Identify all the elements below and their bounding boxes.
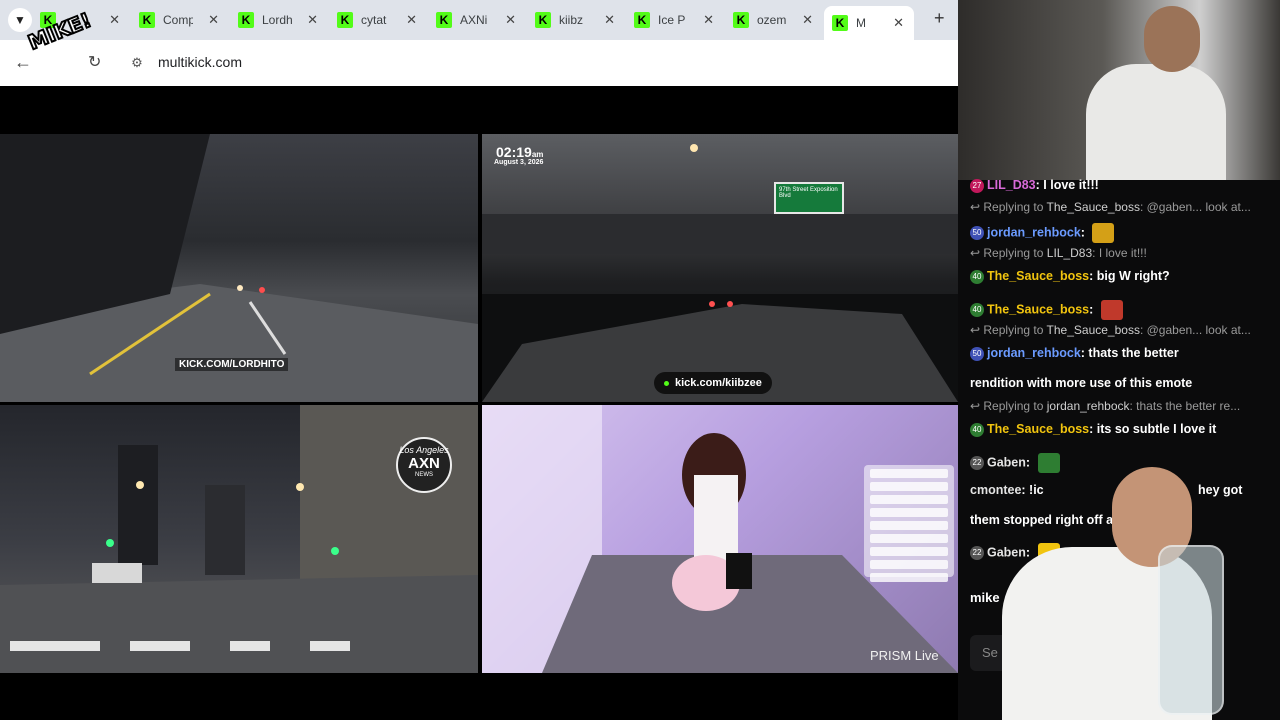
close-tab-icon[interactable]: ✕ [307,12,318,28]
tab-3[interactable]: Kcytat ✕ [337,6,421,34]
tab-strip: ▼ K ✕ K Comp ✕ K Lordh ✕ Kcytat ✕ K AXNi ✕ Kkiibz ✕ K Ic… [0,0,958,40]
chat-message: 40 The_Sauce_boss: its so subtle I love i… [970,422,1216,437]
stream-prism[interactable]: PRISM Live [482,405,958,673]
site-info-icon[interactable]: ⚙ [126,52,148,74]
prism-live-watermark: PRISM Live [870,648,939,663]
stream-date: August 3, 2026 [494,159,544,166]
tab-4[interactable]: K AXNi ✕ [436,6,520,34]
stream-clock: 02:19am [496,144,544,160]
stream-axn-news[interactable]: Los Angeles AXN NEWS [0,405,478,673]
freeway-sign: 97th Street Exposition Blvd [774,182,844,214]
close-tab-icon[interactable]: ✕ [893,15,904,31]
chat-message: 27 LIL_D83: I love it!!! [970,178,1099,193]
tab-label: Lordh [262,13,292,27]
tab-label: Ice P [658,13,686,27]
tab-label: cytat [361,13,387,27]
reply-arrow-icon: ↩ Replying to [970,323,1047,337]
tab-label: AXNi [460,13,488,27]
reply-arrow-icon: ↩ Replying to [970,399,1047,413]
webcam-bottom [962,455,1280,720]
chat-username[interactable]: jordan_rehbock [987,346,1081,360]
subscriber-badge-icon: 50 [970,226,984,240]
chat-message: 40 The_Sauce_boss: big W right? [970,269,1170,284]
back-button[interactable]: ← [14,52,32,73]
subscriber-badge-icon: 40 [970,269,984,284]
subscriber-badge-icon: 40 [970,422,984,437]
kick-favicon-icon: K [238,12,254,28]
chat-message: 40 The_Sauce_boss: [970,300,1123,320]
reply-context: ↩ Replying to LIL_D83: I love it!!! [970,246,1147,260]
kick-favicon-icon: K [634,12,650,28]
chat-text: big W right? [1096,269,1170,283]
close-tab-icon[interactable]: ✕ [802,12,813,28]
close-tab-icon[interactable]: ✕ [505,12,516,28]
stream-kiibzee[interactable]: 97th Street Exposition Blvd 02:19am Augu… [482,134,958,402]
axn-news-logo: Los Angeles AXN NEWS [396,437,452,493]
tab-6[interactable]: K Ice P ✕ [634,6,718,34]
close-tab-icon[interactable]: ✕ [703,12,714,28]
close-tab-icon[interactable]: ✕ [208,12,219,28]
new-tab-button[interactable]: + [934,8,945,29]
chat-overlay-panel [864,465,954,582]
browser-window: ▼ K ✕ K Comp ✕ K Lordh ✕ Kcytat ✕ K AXNi ✕ Kkiibz ✕ K Ic… [0,0,958,720]
webcam-top [958,0,1280,180]
stream-lordhito[interactable]: KICK.COM/LORDHITO [0,134,478,402]
chat-emote-icon [1092,223,1115,243]
tab-search-menu-icon[interactable]: ▼ [8,8,32,32]
chat-username[interactable]: LIL_D83 [987,178,1036,192]
chat-username[interactable]: The_Sauce_boss [987,302,1089,316]
kick-favicon-icon: K [139,12,155,28]
close-tab-icon[interactable]: ✕ [604,12,615,28]
tab-2[interactable]: K Lordh ✕ [238,6,322,34]
chat-message-continuation: rendition with more use of this emote [970,376,1193,390]
kick-favicon-icon: K [535,12,551,28]
subscriber-badge-icon: 40 [970,303,984,317]
tab-label: ozem [757,13,787,27]
reply-context: ↩ Replying to jordan_rehbock: thats the … [970,399,1241,413]
subscriber-badge-icon: 50 [970,346,984,361]
reply-context: ↩ Replying to The_Sauce_boss: @gaben... … [970,323,1251,337]
tab-label: Comp [163,13,193,27]
chat-text: its so subtle I love it [1096,422,1217,436]
chat-emote-icon [1100,300,1123,320]
kick-favicon-icon: K [436,12,452,28]
kick-channel-tag: KICK.COM/LORDHITO [175,358,289,371]
tab-1[interactable]: K Comp ✕ [139,6,223,34]
tab-label: kiibz [559,13,584,27]
subscriber-badge-icon: 27 [970,178,984,193]
chat-username[interactable]: The_Sauce_boss [987,422,1089,436]
chat-text: I love it!!! [1043,178,1099,192]
close-tab-icon[interactable]: ✕ [109,12,120,28]
reply-context: ↩ Replying to The_Sauce_boss: @gaben... … [970,200,1251,214]
kick-channel-link[interactable]: kick.com/kiibzee [654,372,772,394]
chat-username[interactable]: The_Sauce_boss [987,269,1089,283]
reply-arrow-icon: ↩ Replying to [970,246,1047,260]
tab-label: M [856,16,866,30]
address-bar[interactable]: multikick.com [158,54,242,70]
kick-favicon-icon: K [733,12,749,28]
water-bottle [1158,545,1224,715]
chat-message: 50 jordan_rehbock: [970,223,1115,243]
kick-favicon-icon: K [832,15,848,31]
chat-message: 50 jordan_rehbock: thats the better [970,346,1179,361]
tab-7[interactable]: Kozem ✕ [733,6,817,34]
overpass-scene [482,144,958,402]
tab-8[interactable]: K M ✕ [824,6,914,40]
screen: ▼ K ✕ K Comp ✕ K Lordh ✕ Kcytat ✕ K AXNi ✕ Kkiibz ✕ K Ic… [0,0,1280,720]
live-dot-icon [664,380,669,386]
kick-favicon-icon: K [337,12,353,28]
toolbar: ← ↻ ⚙ multikick.com [0,40,958,86]
close-tab-icon[interactable]: ✕ [406,12,417,28]
tab-5[interactable]: Kkiibz ✕ [535,6,619,34]
chat-text: thats the better [1088,346,1179,360]
chat-username[interactable]: jordan_rehbock [987,225,1081,239]
reply-arrow-icon: ↩ Replying to [970,200,1047,214]
